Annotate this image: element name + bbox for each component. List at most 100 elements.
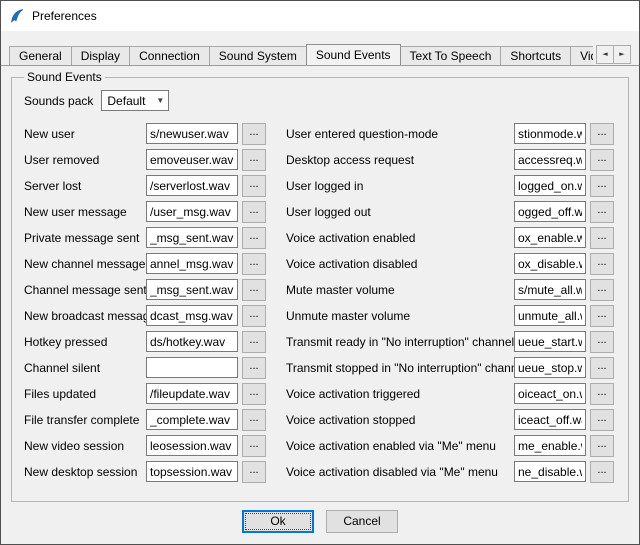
sound-event-row: Channel silent...	[24, 357, 270, 378]
sound-event-row: Voice activation enabled...	[286, 227, 620, 248]
sound-event-label: New channel message	[24, 257, 146, 271]
browse-button[interactable]: ...	[590, 305, 614, 327]
sound-file-input[interactable]	[146, 227, 238, 248]
browse-button[interactable]: ...	[590, 175, 614, 197]
browse-button[interactable]: ...	[590, 435, 614, 457]
browse-button[interactable]: ...	[590, 357, 614, 379]
browse-button[interactable]: ...	[590, 279, 614, 301]
sound-event-row: New user message...	[24, 201, 270, 222]
sound-event-row: Private message sent...	[24, 227, 270, 248]
browse-button[interactable]: ...	[242, 149, 266, 171]
sound-file-input[interactable]	[146, 149, 238, 170]
ok-button[interactable]: Ok	[242, 510, 314, 533]
sound-file-input[interactable]	[514, 175, 586, 196]
sounds-pack-row: Sounds pack Default ▼	[24, 90, 620, 111]
browse-button[interactable]: ...	[242, 409, 266, 431]
sound-event-label: Hotkey pressed	[24, 335, 146, 349]
sound-file-input[interactable]	[146, 123, 238, 144]
sound-file-input[interactable]	[514, 201, 586, 222]
cancel-button[interactable]: Cancel	[326, 510, 398, 533]
browse-button[interactable]: ...	[590, 227, 614, 249]
sound-event-row: Desktop access request...	[286, 149, 620, 170]
tab-general[interactable]: General	[9, 46, 72, 65]
sound-event-label: Voice activation disabled via "Me" menu	[286, 465, 514, 479]
browse-button[interactable]: ...	[242, 461, 266, 483]
sound-event-row: Voice activation disabled...	[286, 253, 620, 274]
sound-file-input[interactable]	[146, 461, 238, 482]
sound-event-row: Voice activation triggered...	[286, 383, 620, 404]
sound-file-input[interactable]	[514, 279, 586, 300]
tab-display[interactable]: Display	[71, 46, 130, 65]
browse-button[interactable]: ...	[242, 331, 266, 353]
browse-button[interactable]: ...	[590, 253, 614, 275]
sound-file-input[interactable]	[146, 331, 238, 352]
tab-text-to-speech[interactable]: Text To Speech	[400, 46, 502, 65]
sound-file-input[interactable]	[514, 227, 586, 248]
browse-button[interactable]: ...	[242, 383, 266, 405]
sound-file-input[interactable]	[514, 409, 586, 430]
tab-sound-events[interactable]: Sound Events	[306, 44, 401, 65]
sound-event-row: New desktop session...	[24, 461, 270, 482]
sound-file-input[interactable]	[514, 331, 586, 352]
sound-event-label: Voice activation enabled via "Me" menu	[286, 439, 514, 453]
tab-sound-system[interactable]: Sound System	[209, 46, 307, 65]
tab-page: Sound Events Sounds pack Default ▼ New u…	[1, 66, 639, 544]
browse-button[interactable]: ...	[242, 123, 266, 145]
browse-button[interactable]: ...	[590, 461, 614, 483]
tab-connection[interactable]: Connection	[129, 46, 210, 65]
sound-file-input[interactable]	[514, 149, 586, 170]
tab-video[interactable]: Video	[570, 46, 593, 65]
browse-button[interactable]: ...	[590, 383, 614, 405]
browse-button[interactable]: ...	[590, 331, 614, 353]
sound-file-input[interactable]	[514, 435, 586, 456]
browse-button[interactable]: ...	[242, 253, 266, 275]
sounds-pack-select[interactable]: Default ▼	[101, 90, 169, 111]
sound-file-input[interactable]	[514, 305, 586, 326]
sound-file-input[interactable]	[146, 409, 238, 430]
sound-file-input[interactable]	[146, 175, 238, 196]
sound-event-label: Desktop access request	[286, 153, 514, 167]
sound-file-input[interactable]	[146, 279, 238, 300]
tab-scroll-left-button[interactable]: ◄	[596, 45, 614, 64]
sound-file-input[interactable]	[146, 383, 238, 404]
tab-shortcuts[interactable]: Shortcuts	[500, 46, 571, 65]
sound-file-input[interactable]	[514, 383, 586, 404]
sound-event-row: New user...	[24, 123, 270, 144]
browse-button[interactable]: ...	[590, 201, 614, 223]
sound-event-label: Voice activation enabled	[286, 231, 514, 245]
sound-event-row: User removed...	[24, 149, 270, 170]
sound-file-input[interactable]	[146, 305, 238, 326]
sound-event-columns: New user...User removed...Server lost...…	[24, 123, 620, 487]
tab-scroll-right-button[interactable]: ►	[613, 45, 631, 64]
browse-button[interactable]: ...	[590, 149, 614, 171]
browse-button[interactable]: ...	[590, 123, 614, 145]
sound-event-label: Transmit ready in "No interruption" chan…	[286, 335, 514, 349]
browse-button[interactable]: ...	[590, 409, 614, 431]
sound-file-input[interactable]	[514, 357, 586, 378]
titlebar[interactable]: Preferences	[1, 1, 639, 31]
browse-button[interactable]: ...	[242, 305, 266, 327]
right-column: User entered question-mode...Desktop acc…	[286, 123, 620, 487]
browse-button[interactable]: ...	[242, 357, 266, 379]
sound-event-label: Channel message sent	[24, 283, 146, 297]
sound-event-label: User logged out	[286, 205, 514, 219]
sound-event-label: Unmute master volume	[286, 309, 514, 323]
browse-button[interactable]: ...	[242, 279, 266, 301]
sound-event-row: Channel message sent...	[24, 279, 270, 300]
sound-file-input[interactable]	[146, 357, 238, 378]
sound-file-input[interactable]	[146, 253, 238, 274]
browse-button[interactable]: ...	[242, 227, 266, 249]
sound-file-input[interactable]	[514, 461, 586, 482]
sound-event-label: User logged in	[286, 179, 514, 193]
browse-button[interactable]: ...	[242, 435, 266, 457]
sound-file-input[interactable]	[514, 253, 586, 274]
left-column: New user...User removed...Server lost...…	[24, 123, 270, 487]
sound-event-label: Voice activation disabled	[286, 257, 514, 271]
browse-button[interactable]: ...	[242, 175, 266, 197]
sound-file-input[interactable]	[146, 435, 238, 456]
sounds-pack-value: Default	[107, 94, 145, 108]
browse-button[interactable]: ...	[242, 201, 266, 223]
sound-file-input[interactable]	[514, 123, 586, 144]
sound-event-label: New video session	[24, 439, 146, 453]
sound-file-input[interactable]	[146, 201, 238, 222]
